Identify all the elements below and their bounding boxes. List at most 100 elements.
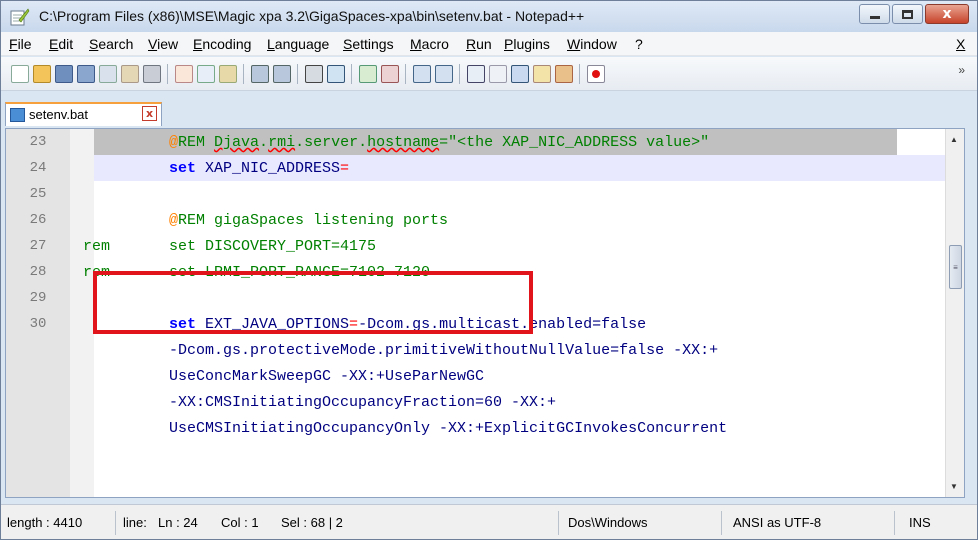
notepad-app-icon — [10, 8, 30, 26]
status-separator — [894, 511, 895, 535]
code-line-wrapped: UseConcMarkSweepGC -XX:+UseParNewGC — [6, 363, 947, 389]
line-number: 23 — [29, 134, 47, 150]
indent-guide-icon[interactable] — [511, 65, 529, 83]
status-insert-mode: INS — [909, 515, 931, 530]
line-content: set XAP_NIC_ADDRESS= — [169, 160, 350, 177]
menu-language[interactable]: Language — [267, 36, 329, 52]
sync-vertical-icon[interactable] — [413, 65, 431, 83]
close-all-icon[interactable] — [121, 65, 139, 83]
status-length: length : 4410 — [7, 515, 83, 530]
code-editor[interactable]: 23 @REM Djava.rmi.server.hostname="<the … — [5, 128, 965, 498]
paste-icon[interactable] — [219, 65, 237, 83]
maximize-icon — [902, 9, 913, 19]
menu-bar: File Edit Search View Encoding Language … — [1, 32, 977, 56]
toolbar-separator — [243, 64, 244, 84]
status-separator — [558, 511, 559, 535]
line-content: UseConcMarkSweepGC -XX:+UseParNewGC — [169, 368, 485, 385]
new-file-icon[interactable] — [11, 65, 29, 83]
show-all-chars-icon[interactable] — [489, 65, 507, 83]
title-bar[interactable]: C:\Program Files (x86)\MSE\Magic xpa 3.2… — [1, 1, 977, 32]
toolbar-separator — [297, 64, 298, 84]
code-line-wrapped: -Dcom.gs.protectiveMode.primitiveWithout… — [6, 337, 947, 363]
status-sel: Sel : 68 | 2 — [281, 515, 343, 530]
line-number: 29 — [29, 290, 47, 306]
vertical-scrollbar[interactable]: ▲ ≡ ▼ — [945, 129, 964, 497]
menu-run[interactable]: Run — [466, 36, 492, 52]
code-line: 27 rem set DISCOVERY_PORT=4175 — [6, 233, 947, 259]
toolbar-separator — [579, 64, 580, 84]
undo-icon[interactable] — [251, 65, 269, 83]
status-lines: line: — [123, 515, 147, 530]
menu-settings[interactable]: Settings — [343, 36, 394, 52]
status-bar: length : 4410 line: Ln : 24 Col : 1 Sel … — [1, 504, 977, 539]
minimize-button[interactable] — [859, 4, 890, 24]
redo-icon[interactable] — [273, 65, 291, 83]
line-number: 28 — [29, 264, 47, 280]
find-icon[interactable] — [305, 65, 323, 83]
window-title: C:\Program Files (x86)\MSE\Magic xpa 3.2… — [39, 8, 585, 24]
rem-prefix: rem — [83, 238, 111, 255]
toolbar: » — [1, 57, 977, 91]
cut-icon[interactable] — [175, 65, 193, 83]
close-window-button[interactable]: x — [925, 4, 969, 24]
line-content: UseCMSInitiatingOccupancyOnly -XX:+Expli… — [169, 420, 728, 437]
status-eol: Dos\Windows — [568, 515, 648, 530]
open-file-icon[interactable] — [33, 65, 51, 83]
line-content: @REM gigaSpaces listening ports — [169, 212, 449, 229]
scroll-down-arrow-icon[interactable]: ▼ — [950, 482, 958, 491]
menu-view[interactable]: View — [148, 36, 178, 52]
zoom-out-icon[interactable] — [381, 65, 399, 83]
maximize-button[interactable] — [892, 4, 923, 24]
menu-search[interactable]: Search — [89, 36, 133, 52]
copy-icon[interactable] — [197, 65, 215, 83]
status-ln: Ln : 24 — [158, 515, 198, 530]
zoom-in-icon[interactable] — [359, 65, 377, 83]
code-line: 24 set XAP_NIC_ADDRESS= — [6, 155, 947, 181]
menu-plugins[interactable]: Plugins — [504, 36, 550, 52]
minimize-icon — [869, 15, 880, 19]
menu-macro[interactable]: Macro — [410, 36, 449, 52]
tab-label: setenv.bat — [29, 107, 89, 122]
scrollbar-thumb[interactable]: ≡ — [949, 245, 962, 289]
record-dot-icon — [592, 70, 600, 78]
status-encoding: ANSI as UTF-8 — [733, 515, 822, 530]
line-content: @REM Djava.rmi.server.hostname="<the XAP… — [169, 134, 710, 151]
code-line-wrapped: UseCMSInitiatingOccupancyOnly -XX:+Expli… — [6, 415, 947, 441]
menu-file[interactable]: File — [9, 36, 32, 52]
close-icon: x — [942, 6, 952, 22]
sync-horizontal-icon[interactable] — [435, 65, 453, 83]
toolbar-separator — [351, 64, 352, 84]
line-number: 25 — [29, 186, 47, 202]
line-number: 27 — [29, 238, 47, 254]
notepad-window: C:\Program Files (x86)\MSE\Magic xpa 3.2… — [0, 0, 978, 540]
scroll-up-arrow-icon[interactable]: ▲ — [950, 135, 958, 144]
line-number: 30 — [29, 316, 47, 332]
close-document-button[interactable]: X — [956, 36, 965, 52]
toolbar-overflow-icon[interactable]: » — [958, 63, 965, 77]
print-icon[interactable] — [143, 65, 161, 83]
doc-map-icon[interactable] — [533, 65, 551, 83]
menu-edit[interactable]: Edit — [49, 36, 73, 52]
close-file-icon[interactable] — [99, 65, 117, 83]
code-line: 25 — [6, 181, 947, 207]
status-col: Col : 1 — [221, 515, 259, 530]
saved-file-icon — [10, 108, 25, 122]
record-macro-icon[interactable] — [587, 65, 605, 83]
line-number: 24 — [29, 160, 47, 176]
menu-window[interactable]: Window — [567, 36, 617, 52]
line-content: set DISCOVERY_PORT=4175 — [169, 238, 377, 255]
replace-icon[interactable] — [327, 65, 345, 83]
function-list-icon[interactable] — [555, 65, 573, 83]
tab-setenv[interactable]: setenv.bat x — [5, 102, 162, 126]
line-number: 26 — [29, 212, 47, 228]
tab-close-icon[interactable]: x — [142, 106, 157, 121]
word-wrap-icon[interactable] — [467, 65, 485, 83]
code-line-wrapped: -XX:CMSInitiatingOccupancyFraction=60 -X… — [6, 389, 947, 415]
save-icon[interactable] — [55, 65, 73, 83]
menu-encoding[interactable]: Encoding — [193, 36, 251, 52]
status-separator — [721, 511, 722, 535]
save-all-icon[interactable] — [77, 65, 95, 83]
menu-help[interactable]: ? — [635, 36, 643, 52]
toolbar-separator — [405, 64, 406, 84]
annotation-highlight-box — [93, 271, 533, 334]
